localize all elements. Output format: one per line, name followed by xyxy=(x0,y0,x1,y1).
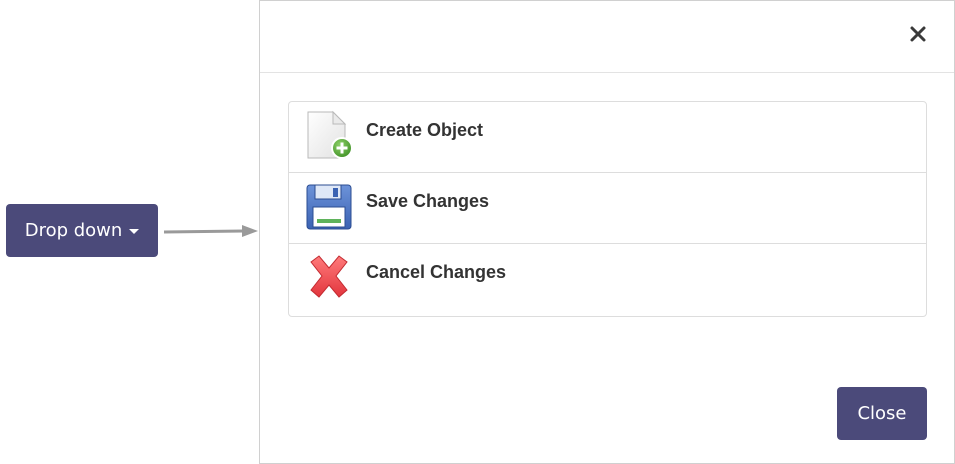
list-item-save-changes[interactable]: Save Changes xyxy=(289,173,926,244)
list-item-label: Save Changes xyxy=(366,191,490,211)
modal-dialog: Create Object Save Changes Cancel Change… xyxy=(259,0,955,464)
modal-header xyxy=(260,1,954,73)
close-button[interactable]: Close xyxy=(837,387,927,440)
list-item-label: Create Object xyxy=(366,120,484,140)
list-item-create-object[interactable]: Create Object xyxy=(289,102,926,173)
close-icon[interactable] xyxy=(908,25,928,45)
list-item-cancel-changes[interactable]: Cancel Changes xyxy=(289,244,926,315)
dropdown-button-label: Drop down xyxy=(24,220,123,241)
canvas: Drop down Create Object Save Changes Can… xyxy=(0,0,955,464)
cancel-icon xyxy=(310,255,348,298)
caret-down-icon xyxy=(129,229,140,234)
create-object-icon xyxy=(307,110,353,159)
save-icon xyxy=(306,184,352,230)
list-item-label: Cancel Changes xyxy=(366,262,507,282)
menu-list: Create Object Save Changes Cancel Change… xyxy=(288,101,927,317)
dropdown-button[interactable]: Drop down xyxy=(6,204,158,257)
right-arrow-icon xyxy=(164,225,258,237)
